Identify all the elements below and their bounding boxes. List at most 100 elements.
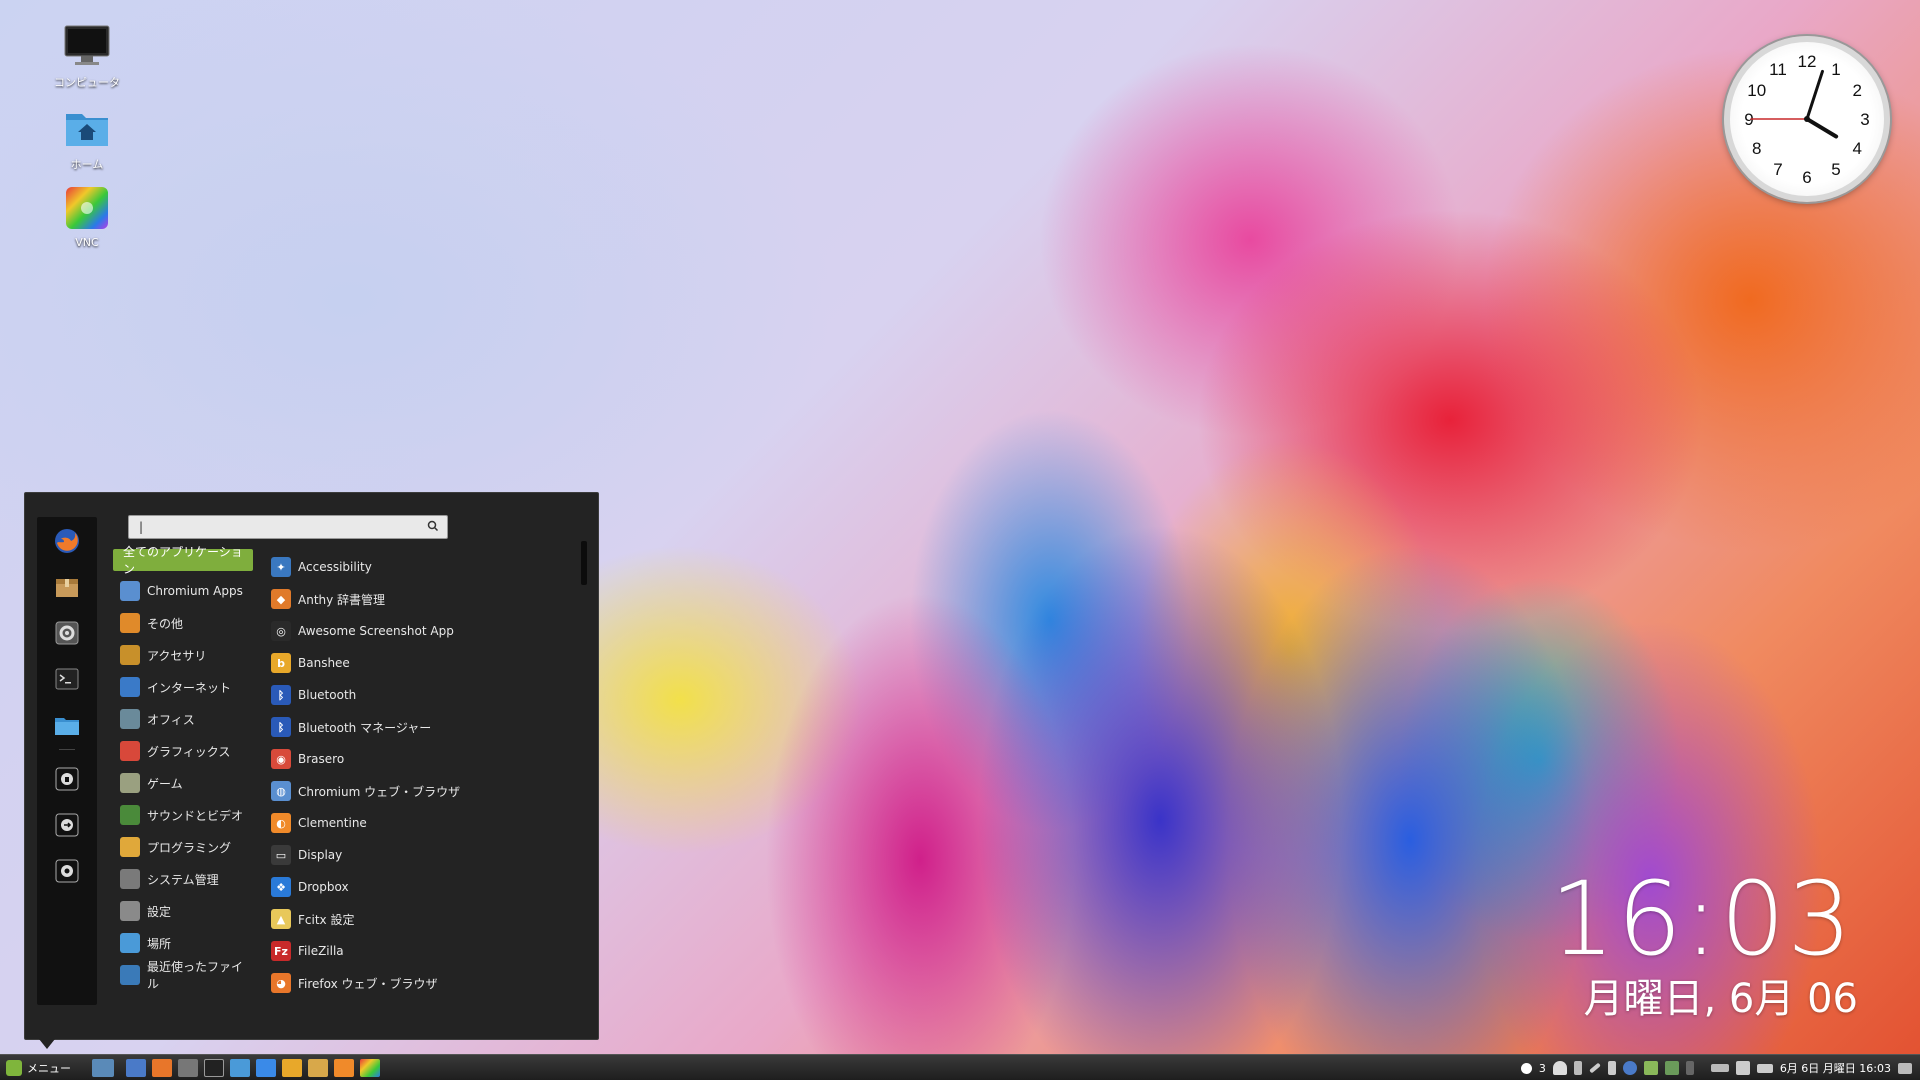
alert-icon[interactable] (1520, 1062, 1532, 1074)
firefox-icon[interactable] (152, 1059, 172, 1077)
app-label: Chromium ウェブ・ブラウザ (298, 784, 461, 799)
category-item[interactable]: 最近使ったファイル (113, 959, 253, 991)
category-item[interactable]: インターネット (113, 671, 253, 703)
clock-number: 3 (1860, 110, 1869, 129)
category-item[interactable]: 場所 (113, 927, 253, 959)
clock-number: 12 (1798, 52, 1817, 71)
firefox-icon[interactable] (51, 525, 83, 557)
desktop-icon-label: コンピュータ (54, 76, 120, 89)
scrollbar[interactable] (581, 541, 587, 585)
desktop-icon-vnc[interactable]: VNC (42, 184, 132, 249)
app-item[interactable]: ❖ Dropbox (271, 871, 491, 903)
app-item[interactable]: ᛒ Bluetooth (271, 679, 491, 711)
video-icon[interactable] (308, 1059, 328, 1077)
app-label: Bluetooth (298, 688, 357, 702)
clock-minute-hand (1805, 69, 1824, 121)
application-menu: | 全てのアプリケーション Chromium Apps その他アクセサリインターネッ… (24, 492, 599, 1049)
category-item[interactable]: Chromium Apps (113, 575, 253, 607)
tray-datetime[interactable]: 6月 6日 月曜日 16:03 (1780, 1060, 1891, 1076)
category-item[interactable]: サウンドとビデオ (113, 799, 253, 831)
favorites-separator (59, 749, 75, 750)
category-item[interactable]: システム管理 (113, 863, 253, 895)
app-item[interactable]: ◆ Anthy 辞書管理 (271, 583, 491, 615)
vnc-icon[interactable] (360, 1059, 380, 1077)
clock-hour-hand (1805, 117, 1839, 139)
pen-icon[interactable] (1588, 1062, 1601, 1074)
mint-logo-icon (6, 1060, 22, 1076)
category-item[interactable]: 設定 (113, 895, 253, 927)
chromium-icon[interactable] (126, 1059, 146, 1077)
category-item[interactable]: グラフィックス (113, 735, 253, 767)
desktop-icon-computer[interactable]: コンピュータ (42, 22, 132, 90)
banshee-icon[interactable] (282, 1059, 302, 1077)
workspace-icon[interactable] (1898, 1062, 1912, 1074)
app-label: Firefox ウェブ・ブラウザ (298, 976, 438, 991)
category-item[interactable]: ゲーム (113, 767, 253, 799)
app-icon: ▲ (271, 909, 291, 929)
app-item[interactable]: ◐ Clementine (271, 807, 491, 839)
app-item[interactable]: ▲ Fcitx 設定 (271, 903, 491, 935)
app-icon: ◕ (271, 973, 291, 993)
menu-button[interactable]: メニュー (6, 1059, 71, 1077)
app-icon: ᛒ (271, 717, 291, 737)
category-icon (120, 773, 140, 793)
app-item[interactable]: ◕ Firefox ウェブ・ブラウザ (271, 967, 491, 999)
terminal-icon[interactable] (51, 663, 83, 695)
dropbox-icon[interactable] (256, 1059, 276, 1077)
settings-icon[interactable] (51, 617, 83, 649)
app-item[interactable]: ◍ Chromium ウェブ・ブラウザ (271, 775, 491, 807)
app-label: FileZilla (298, 944, 344, 958)
clementine-icon[interactable] (334, 1059, 354, 1077)
category-icon (120, 741, 140, 761)
shield-icon[interactable] (1643, 1061, 1658, 1075)
category-item[interactable]: その他 (113, 607, 253, 639)
music-icon[interactable] (1607, 1061, 1616, 1075)
user-icon[interactable] (1552, 1061, 1567, 1075)
desktop-icon-home[interactable]: ホーム (42, 104, 132, 172)
clock-number: 11 (1769, 60, 1787, 79)
folder-icon[interactable] (51, 709, 83, 741)
bluetooth-icon[interactable] (1573, 1061, 1582, 1075)
menu-button-label: メニュー (27, 1062, 71, 1075)
update-icon[interactable] (1664, 1061, 1679, 1075)
category-item[interactable]: オフィス (113, 703, 253, 735)
power-icon[interactable] (51, 855, 83, 887)
network-icon[interactable] (1685, 1061, 1694, 1075)
lock-icon[interactable] (51, 763, 83, 795)
keyboard-icon[interactable] (1710, 1064, 1729, 1072)
show-desktop-icon[interactable] (92, 1059, 114, 1077)
notification-count: 3 (1538, 1061, 1546, 1075)
search-input[interactable]: | (128, 515, 448, 539)
clock-number: 1 (1831, 60, 1840, 79)
app-icon: b (271, 653, 291, 673)
app-item[interactable]: ᛒ Bluetooth マネージャー (271, 711, 491, 743)
category-label: アクセサリ (147, 648, 207, 663)
app-item[interactable]: ◎ Awesome Screenshot App (271, 615, 491, 647)
category-item[interactable]: アクセサリ (113, 639, 253, 671)
category-icon (120, 613, 140, 633)
app-item[interactable]: b Banshee (271, 647, 491, 679)
settings-icon[interactable] (178, 1059, 198, 1077)
category-label: プログラミング (147, 840, 232, 855)
app-icon: ᛒ (271, 685, 291, 705)
battery-icon[interactable] (1756, 1063, 1773, 1073)
app-item[interactable]: ✦ Accessibility (271, 551, 491, 583)
category-label: Chromium Apps (147, 584, 243, 598)
app-item[interactable]: ◉ Brasero (271, 743, 491, 775)
category-item[interactable]: プログラミング (113, 831, 253, 863)
category-item[interactable]: 全てのアプリケーション (113, 545, 253, 576)
category-label: 場所 (147, 936, 172, 951)
category-icon (120, 645, 140, 665)
panel-launchers (92, 1059, 380, 1077)
terminal-icon[interactable] (204, 1059, 224, 1077)
logout-icon[interactable] (51, 809, 83, 841)
folder-icon[interactable] (230, 1059, 250, 1077)
app-item[interactable]: Fz FileZilla (271, 935, 491, 967)
package-icon[interactable] (51, 571, 83, 603)
chromium-tray-icon[interactable] (1622, 1061, 1637, 1075)
app-item[interactable]: ▭ Display (271, 839, 491, 871)
dropbox-tray-icon[interactable] (1735, 1061, 1750, 1075)
app-icon: ◆ (271, 589, 291, 609)
category-icon (120, 581, 140, 601)
app-icon: ◎ (271, 621, 291, 641)
